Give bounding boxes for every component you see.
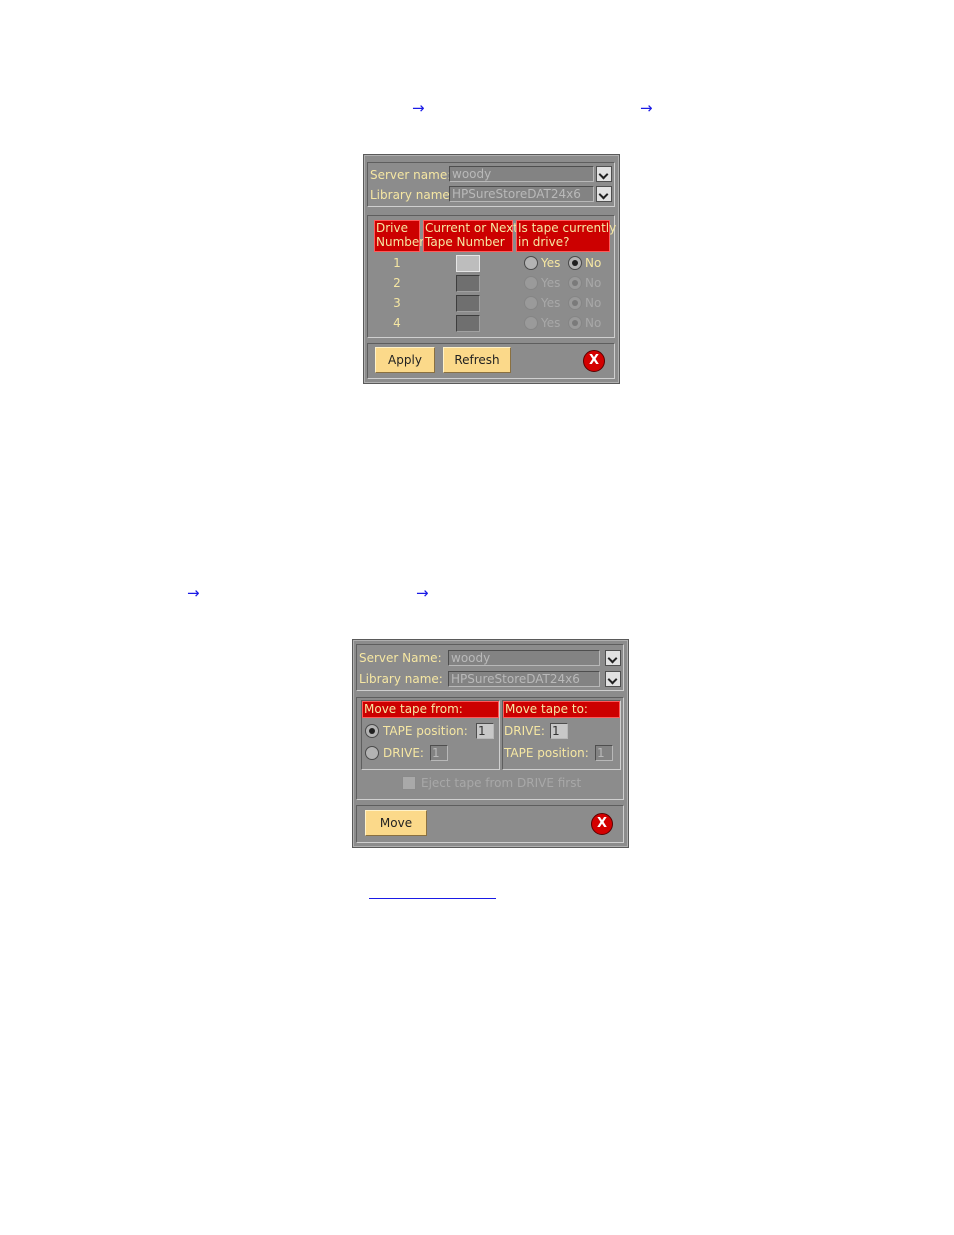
no-radio[interactable] [568,296,582,310]
column-header-line: Drive [376,221,408,235]
yes-label: Yes [541,256,561,270]
yes-radio[interactable] [524,276,538,290]
from-tape-position-input[interactable]: 1 [476,723,494,739]
move-from-header: Move tape from: [362,701,499,718]
yes-radio[interactable] [524,296,538,310]
server-name-label: Server Name: [359,651,442,665]
drive-number: 4 [393,316,401,330]
arrow-icon: → [416,584,429,602]
from-drive-input[interactable]: 1 [430,745,448,761]
drive-number: 3 [393,296,401,310]
arrow-icon: → [640,99,653,117]
library-dropdown-chevron-down-icon[interactable] [605,671,621,687]
library-name-field[interactable]: HPSureStoreDAT24x6 [448,671,600,687]
column-header-line: Current or Next [425,221,518,235]
eject-checkbox[interactable] [402,776,416,790]
move-to-header: Move tape to: [503,701,620,718]
tape-number-input[interactable] [456,295,480,312]
yes-label: Yes [541,276,561,290]
library-name-label: Library name: [359,672,443,686]
column-header-tape-number: Current or Next Tape Number [423,220,518,252]
library-name-label: Library name: [370,188,454,202]
library-dropdown-chevron-down-icon[interactable] [596,186,612,202]
move-button[interactable]: Move [365,810,427,836]
arrow-icon: → [412,99,425,117]
from-tape-position-radio[interactable] [365,724,379,738]
hyperlink-underline[interactable] [369,898,496,899]
column-header-drive-number: Drive Number [374,220,425,252]
column-header-line: Tape Number [425,235,505,249]
no-label: No [585,296,602,310]
tape-drive-status-dialog: Server name: woody Library name: HPSureS… [363,154,620,384]
from-drive-radio[interactable] [365,746,379,760]
server-name-field[interactable]: woody [448,650,600,666]
drive-number: 1 [393,256,401,270]
server-name-field[interactable]: woody [449,166,594,182]
library-name-field[interactable]: HPSureStoreDAT24x6 [449,186,594,202]
yes-label: Yes [541,296,561,310]
to-drive-input[interactable]: 1 [550,723,568,739]
from-tape-position-label: TAPE position: [383,724,468,738]
to-tape-position-label: TAPE position: [504,746,589,760]
yes-radio[interactable] [524,256,538,270]
no-label: No [585,276,602,290]
column-header-line: Number [376,235,425,249]
column-header-line: Is tape currently [518,221,617,235]
arrow-icon: → [187,584,200,602]
close-icon[interactable]: X [583,350,605,372]
column-header-line: in drive? [518,235,570,249]
column-header-tape-in-drive: Is tape currently in drive? [516,220,617,252]
server-dropdown-chevron-down-icon[interactable] [596,166,612,182]
apply-button[interactable]: Apply [375,347,435,373]
no-radio[interactable] [568,316,582,330]
no-label: No [585,256,602,270]
refresh-button[interactable]: Refresh [443,347,511,373]
tape-number-input[interactable] [456,275,480,292]
from-drive-label: DRIVE: [383,746,424,760]
no-radio[interactable] [568,256,582,270]
eject-label: Eject tape from DRIVE first [421,776,582,790]
server-name-label: Server name: [370,168,452,182]
close-icon[interactable]: X [591,813,613,835]
no-label: No [585,316,602,330]
drive-number: 2 [393,276,401,290]
tape-number-input[interactable] [456,315,480,332]
yes-label: Yes [541,316,561,330]
move-tape-dialog: Server Name: woody Library name: HPSureS… [352,639,629,848]
no-radio[interactable] [568,276,582,290]
yes-radio[interactable] [524,316,538,330]
to-tape-position-input[interactable]: 1 [595,745,613,761]
tape-number-input[interactable] [456,255,480,272]
to-drive-label: DRIVE: [504,724,545,738]
server-dropdown-chevron-down-icon[interactable] [605,650,621,666]
